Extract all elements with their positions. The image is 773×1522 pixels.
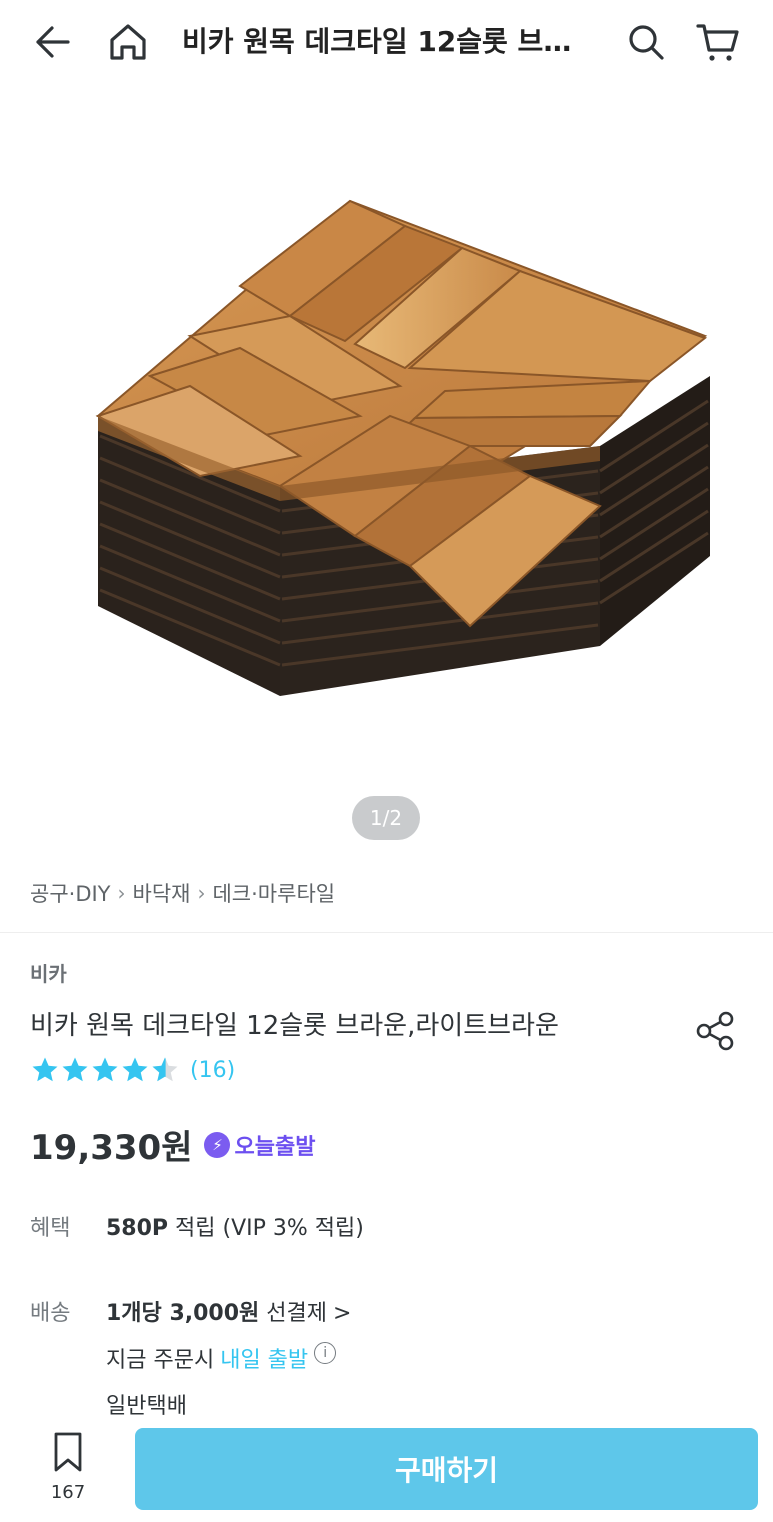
search-button[interactable] [622,18,670,66]
delivery-eta: 지금 주문시 내일 출발 i [106,1342,337,1374]
star-icon [122,1057,148,1082]
benefit-points: 580P [106,1216,169,1241]
star-rating [30,1055,180,1085]
delivery-row[interactable]: 배송 1개당 3,000원 선결제 > [30,1295,351,1327]
section-divider [0,932,773,933]
chevron-right-icon: › [197,881,206,905]
rating-summary[interactable]: (16) [30,1055,235,1085]
delivery-fee[interactable]: 1개당 3,000원 선결제 > [106,1295,351,1327]
search-icon [629,25,664,60]
product-price: 19,330원 [30,1128,193,1168]
product-photo [95,199,710,696]
cart-icon [696,24,739,61]
star-icon [62,1057,88,1082]
product-image[interactable] [0,86,773,850]
bookmark-icon [54,1432,82,1472]
star-icon [32,1057,58,1082]
price-row: 19,330원 ⚡ 오늘출발 [30,1120,315,1169]
share-icon [696,1011,734,1051]
benefit-text: 적립 (VIP 3% 적립) [168,1216,364,1241]
delivery-fee-amount: 1개당 3,000원 [106,1301,260,1326]
order-now-text: 지금 주문시 [106,1348,215,1373]
today-shipping-badge: ⚡ 오늘출발 [204,1129,315,1161]
breadcrumb-item[interactable]: 바닥재 [133,878,191,908]
review-count[interactable]: (16) [190,1058,235,1083]
brand-link[interactable]: 비카 [30,958,67,987]
delivery-label: 배송 [30,1301,71,1326]
star-half-icon [152,1057,178,1082]
benefit-label: 혜택 [30,1216,71,1241]
chevron-right-icon: > [333,1301,352,1326]
product-title: 비카 원목 데크타일 12슬롯 브라운,라이트브라운 [30,1011,559,1041]
back-button[interactable] [28,18,76,66]
tomorrow-ship-text: 내일 출발 [220,1348,309,1373]
lightning-icon: ⚡ [204,1131,231,1158]
top-bar: 비카 원목 데크타일 12슬롯 브라운,라이트브라운 [0,0,773,86]
info-icon[interactable]: i [314,1342,337,1364]
home-button[interactable] [104,18,152,66]
star-icon [92,1057,118,1082]
chevron-right-icon: › [117,881,126,905]
arrow-left-icon [36,26,70,58]
bookmark-count: 167 [50,1482,86,1503]
image-pager: 1/2 [352,796,420,840]
benefit-row: 혜택 580P 적립 (VIP 3% 적립) [30,1210,364,1242]
bookmark-button[interactable]: 167 [38,1430,98,1503]
home-icon [110,24,146,60]
page-title: 비카 원목 데크타일 12슬롯 브라운,라이트브라운 [182,25,582,58]
benefit-value: 580P 적립 (VIP 3% 적립) [106,1210,364,1242]
share-button[interactable] [690,1006,740,1056]
delivery-method: 일반택배 [106,1388,187,1420]
delivery-method-text: 일반택배 [106,1394,187,1419]
cart-button[interactable] [694,18,742,66]
breadcrumb-item[interactable]: 공구·DIY [30,878,111,908]
delivery-fee-suffix: 선결제 [259,1301,327,1326]
buy-button[interactable]: 구매하기 [135,1428,758,1510]
badge-label: 오늘출발 [234,1134,316,1160]
breadcrumb-item[interactable]: 데크·마루타일 [212,878,335,908]
breadcrumb: 공구·DIY › 바닥재 › 데크·마루타일 [30,878,335,908]
